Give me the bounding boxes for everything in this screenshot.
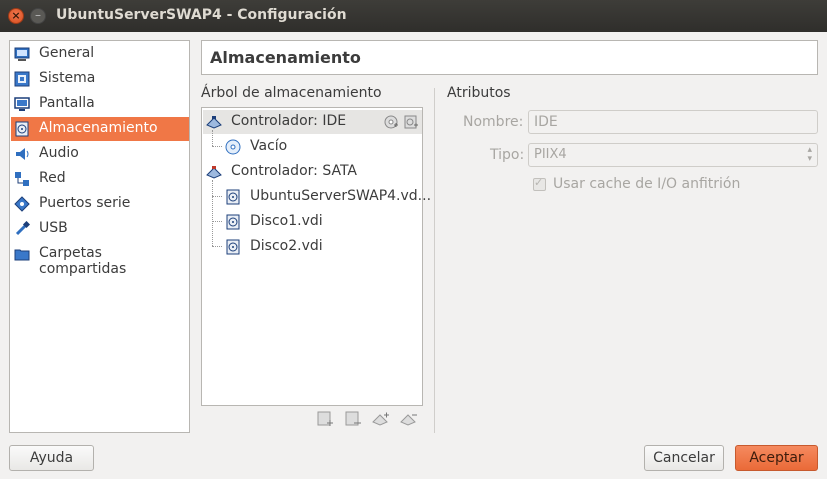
accept-button[interactable]: Aceptar [735, 445, 818, 471]
sidebar-item-label: USB [39, 220, 68, 236]
sidebar-item-red[interactable]: Red [11, 167, 189, 191]
sidebar-item-almacenamiento[interactable]: Almacenamiento [11, 117, 189, 141]
sidebar-item-label: Audio [39, 145, 79, 161]
minimize-window-button[interactable]: – [30, 8, 46, 24]
system-icon [14, 71, 30, 87]
page-header: Almacenamiento [201, 40, 818, 75]
storage-tree[interactable]: Controlador: IDE Vacío Controlador: SATA… [201, 107, 431, 406]
sidebar-item-label: Red [39, 170, 66, 186]
tree-item-disk[interactable]: Disco1.vdi [203, 210, 422, 234]
type-label: Tipo: [490, 147, 525, 163]
attributes-title: Atributos [447, 85, 511, 101]
window-title: UbuntuServerSWAP4 - Configuración [56, 7, 347, 23]
sidebar-item-sistema[interactable]: Sistema [11, 67, 189, 91]
sidebar-item-pantalla[interactable]: Pantalla [11, 92, 189, 116]
cache-label: Usar cache de I/O anfitrión [553, 176, 741, 192]
audio-icon [16, 148, 29, 160]
type-select[interactable]: PIIX4 ▴ ▾ [528, 143, 818, 167]
type-select-value: PIIX4 [534, 147, 567, 162]
tree-item-sata-controller[interactable]: Controlador: SATA [203, 160, 422, 184]
shared-folder-icon [14, 249, 30, 261]
tree-item-ide-controller[interactable]: Controlador: IDE [203, 110, 422, 134]
cancel-button[interactable]: Cancelar [644, 445, 724, 471]
serial-port-icon [14, 196, 30, 212]
cache-checkbox[interactable] [533, 176, 546, 191]
sidebar-item-general[interactable]: General [11, 42, 189, 66]
tree-item-label: Disco1.vdi [250, 213, 323, 229]
spinner-arrows-icon: ▴ ▾ [807, 145, 812, 164]
optical-disc-icon [225, 139, 241, 155]
sidebar-item-label: General [39, 45, 95, 61]
tree-item-disk[interactable]: Disco2.vdi [203, 235, 422, 259]
sidebar-item-label: Puertos serie [39, 195, 131, 211]
add-optical-drive-icon[interactable] [383, 114, 399, 130]
sidebar-item-audio[interactable]: Audio [11, 142, 189, 166]
sidebar-item-label: Almacenamiento [39, 120, 158, 136]
add-controller-icon[interactable] [372, 410, 390, 428]
hard-disk-icon [226, 189, 240, 205]
tree-item-label: Disco2.vdi [250, 238, 323, 254]
name-field-value: IDE [534, 114, 558, 130]
page-title: Almacenamiento [210, 48, 361, 67]
close-window-button[interactable]: × [8, 8, 24, 24]
tree-item-empty-drive[interactable]: Vacío [203, 135, 422, 159]
remove-controller-icon[interactable] [400, 410, 418, 428]
sidebar-item-label: Pantalla [39, 95, 95, 111]
hard-disk-icon [226, 239, 240, 255]
name-label: Nombre: [463, 114, 524, 130]
storage-icon [15, 121, 29, 137]
storage-tree-title: Árbol de almacenamiento [201, 85, 382, 101]
add-attachment-icon[interactable] [316, 410, 334, 428]
sidebar-item-puertos-serie[interactable]: Puertos serie [11, 192, 189, 216]
add-hard-disk-icon[interactable] [403, 114, 419, 130]
title-bar: × – UbuntuServerSWAP4 - Configuración [0, 0, 827, 32]
settings-sidebar: General Sistema Pantalla Almacenamiento … [9, 40, 190, 433]
sidebar-item-label: Sistema [39, 70, 96, 86]
display-icon [14, 97, 30, 111]
network-icon [15, 172, 29, 186]
usb-icon [15, 221, 30, 236]
sidebar-item-usb[interactable]: USB [11, 217, 189, 241]
panel-divider [434, 88, 435, 433]
tree-item-label: Vacío [250, 138, 288, 154]
hard-disk-icon [226, 214, 240, 230]
remove-attachment-icon[interactable] [344, 410, 362, 428]
tree-item-label: Controlador: IDE [231, 113, 347, 129]
name-field[interactable]: IDE [528, 110, 818, 134]
general-icon [14, 47, 30, 61]
tree-item-label: Controlador: SATA [231, 163, 357, 179]
help-button[interactable]: Ayuda [9, 445, 94, 471]
tree-item-disk[interactable]: UbuntuServerSWAP4.vd... [203, 185, 431, 209]
sidebar-item-label: Carpetas compartidas [39, 245, 127, 277]
sata-controller-icon [206, 166, 222, 179]
tree-item-label: UbuntuServerSWAP4.vd... [250, 188, 432, 204]
sidebar-item-carpetas-compartidas[interactable]: Carpetas compartidas [11, 242, 189, 277]
ide-controller-icon [206, 116, 222, 129]
